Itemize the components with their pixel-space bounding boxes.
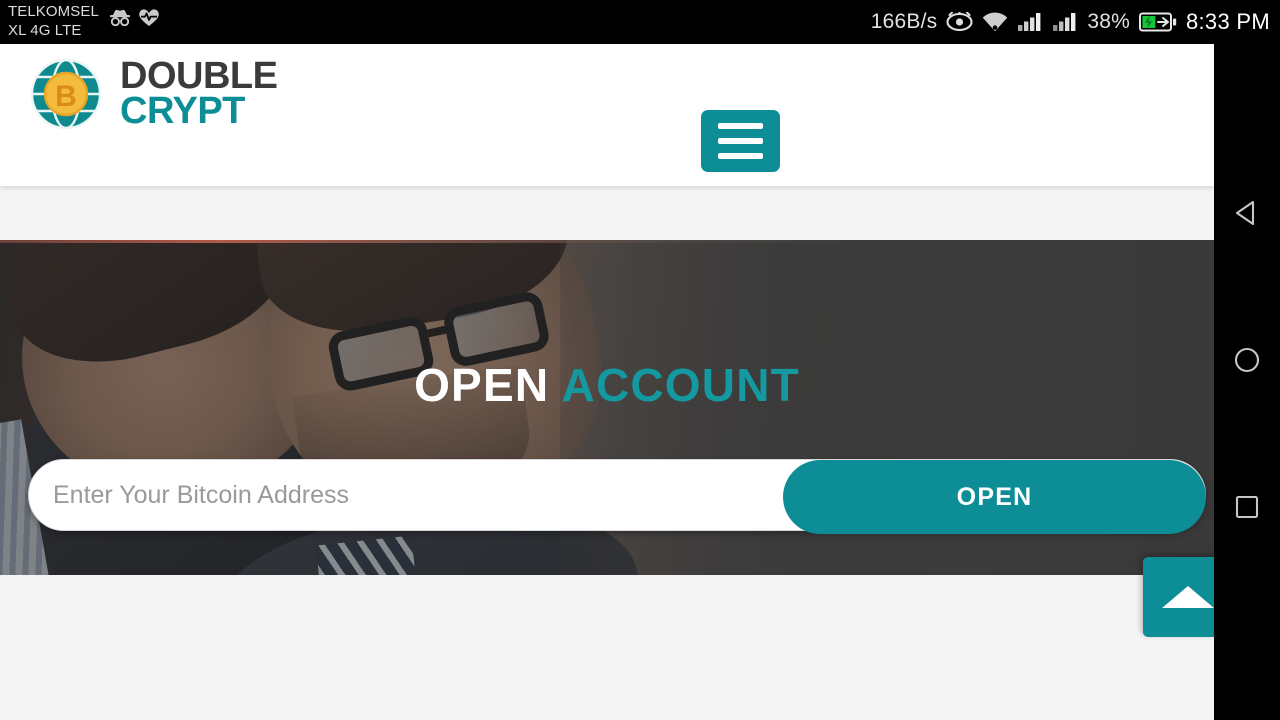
recents-square-icon xyxy=(1235,495,1259,519)
android-nav-bar xyxy=(1214,44,1280,720)
carrier-label: TELKOMSEL XL 4G LTE xyxy=(8,2,99,40)
incognito-icon xyxy=(109,9,130,26)
hero-title-part-2: ACCOUNT xyxy=(561,359,800,411)
hamburger-menu-button[interactable] xyxy=(701,110,780,172)
battery-percent-label: 38% xyxy=(1087,10,1130,33)
signal-sim1-icon xyxy=(1018,13,1041,31)
site-logo[interactable]: B DOUBLE CRYPT xyxy=(28,55,278,132)
android-status-bar: TELKOMSEL XL 4G LTE 166B/s 38% 8:33 PM xyxy=(0,0,1280,44)
wifi-icon xyxy=(983,12,1008,31)
carrier-line-1: TELKOMSEL xyxy=(8,3,99,20)
status-bar-left: TELKOMSEL XL 4G LTE xyxy=(8,2,160,40)
carrier-line-2: XL 4G LTE xyxy=(8,22,82,39)
hamburger-bar-1 xyxy=(718,123,763,129)
eye-comfort-icon xyxy=(946,12,973,32)
network-speed-label: 166B/s xyxy=(870,10,938,33)
site-header: B DOUBLE CRYPT xyxy=(0,44,1214,186)
open-account-button[interactable]: OPEN xyxy=(783,460,1206,534)
signal-sim2-icon xyxy=(1053,13,1076,31)
logo-line-1: DOUBLE xyxy=(120,55,278,98)
bitcoin-globe-icon: B xyxy=(28,56,104,132)
hamburger-bar-2 xyxy=(718,138,763,144)
heart-rate-icon xyxy=(139,9,159,26)
coin-b-symbol: B xyxy=(55,80,77,113)
logo-line-2: CRYPT xyxy=(120,90,245,132)
hero-title-part-1: OPEN xyxy=(414,359,550,411)
status-bar-right: 166B/s 38% 8:33 PM xyxy=(871,0,1270,44)
battery-charging-icon xyxy=(1138,12,1177,32)
hamburger-bar-3 xyxy=(718,153,763,159)
page-body-below-hero xyxy=(0,575,1214,720)
status-bar-clock: 8:33 PM xyxy=(1185,9,1270,34)
back-triangle-icon xyxy=(1235,200,1255,226)
device-screen: TELKOMSEL XL 4G LTE 166B/s 38% 8:33 PM B… xyxy=(0,0,1280,720)
arrow-up-icon xyxy=(1162,586,1214,608)
browser-viewport: B DOUBLE CRYPT OPEN ACCOUNT Enter Your B… xyxy=(0,44,1214,720)
open-account-form: OPEN xyxy=(28,459,1206,534)
scroll-to-top-button[interactable] xyxy=(1143,557,1214,637)
nav-recents-button[interactable] xyxy=(1214,477,1280,537)
home-circle-icon xyxy=(1234,347,1260,373)
nav-home-button[interactable] xyxy=(1214,330,1280,390)
nav-back-button[interactable] xyxy=(1214,183,1280,243)
logo-wordmark: DOUBLE CRYPT xyxy=(120,55,278,132)
hero-section: OPEN ACCOUNT OPEN xyxy=(0,240,1214,575)
header-spacer xyxy=(0,186,1214,240)
hero-title: OPEN ACCOUNT xyxy=(0,358,1214,412)
status-left-icons xyxy=(109,7,160,27)
